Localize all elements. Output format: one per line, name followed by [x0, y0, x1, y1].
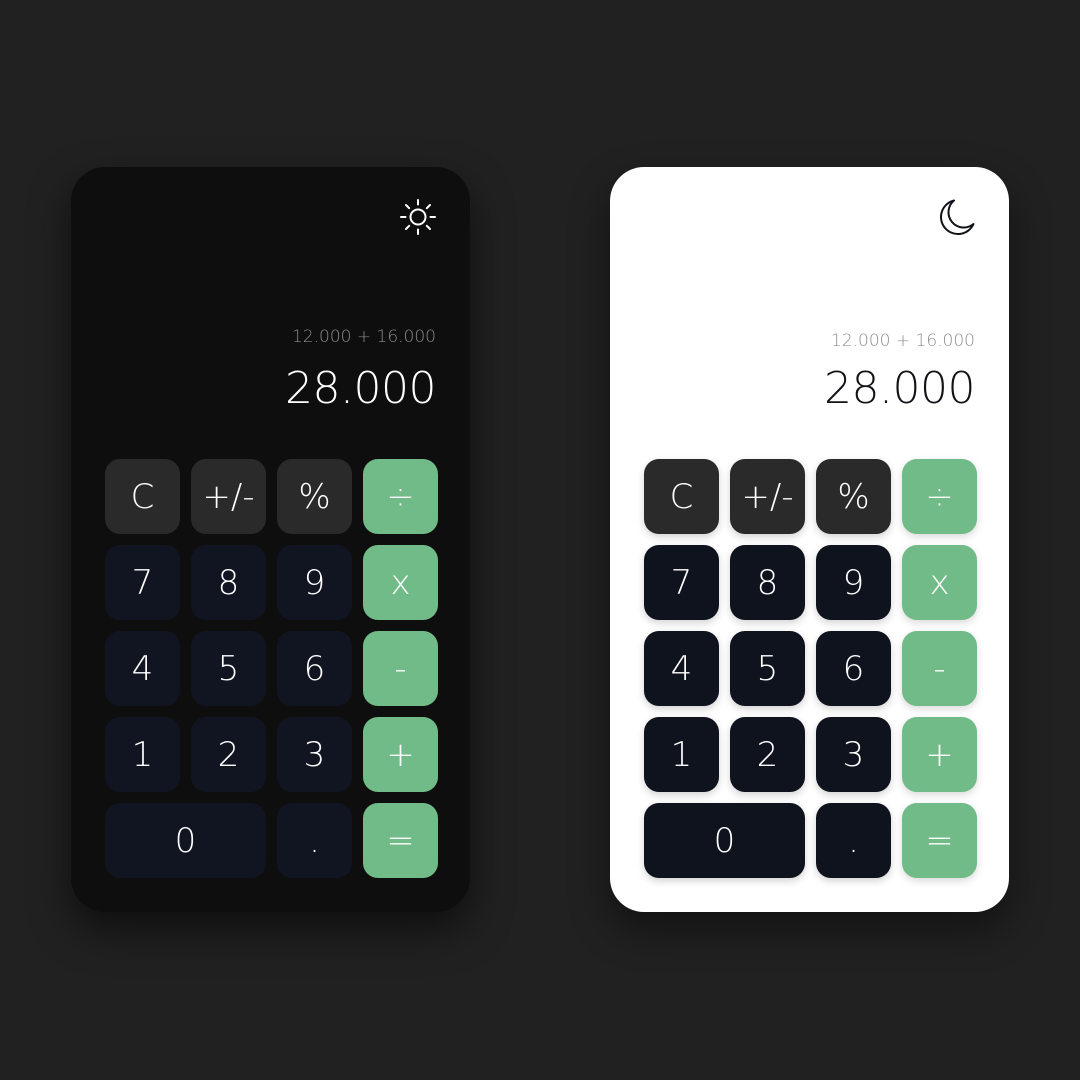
digit-7-button[interactable]: 7 — [644, 545, 719, 620]
subtract-button[interactable]: - — [902, 631, 977, 706]
digit-2-button[interactable]: 2 — [730, 717, 805, 792]
digit-5-button[interactable]: 5 — [730, 631, 805, 706]
keypad: C +/- % ÷ 7 8 9 x 4 5 6 - 1 2 3 + 0 . = — [105, 459, 438, 878]
percent-button[interactable]: % — [816, 459, 891, 534]
theme-toggle-button[interactable] — [398, 197, 438, 237]
digit-1-button[interactable]: 1 — [105, 717, 180, 792]
digit-6-button[interactable]: 6 — [816, 631, 891, 706]
add-button[interactable]: + — [902, 717, 977, 792]
digit-7-button[interactable]: 7 — [105, 545, 180, 620]
calculator-light: 12.000 + 16.000 28.000 C +/- % ÷ 7 8 9 x… — [610, 167, 1009, 912]
equals-button[interactable]: = — [902, 803, 977, 878]
result-display: 28.000 — [824, 363, 975, 414]
digit-8-button[interactable]: 8 — [191, 545, 266, 620]
expression-display: 12.000 + 16.000 — [830, 331, 975, 351]
moon-icon — [940, 199, 975, 236]
digit-9-button[interactable]: 9 — [277, 545, 352, 620]
result-display: 28.000 — [285, 363, 436, 414]
digit-3-button[interactable]: 3 — [277, 717, 352, 792]
digit-1-button[interactable]: 1 — [644, 717, 719, 792]
digit-4-button[interactable]: 4 — [644, 631, 719, 706]
decimal-button[interactable]: . — [277, 803, 352, 878]
digit-8-button[interactable]: 8 — [730, 545, 805, 620]
equals-button[interactable]: = — [363, 803, 438, 878]
multiply-button[interactable]: x — [902, 545, 977, 620]
percent-button[interactable]: % — [277, 459, 352, 534]
subtract-button[interactable]: - — [363, 631, 438, 706]
digit-3-button[interactable]: 3 — [816, 717, 891, 792]
digit-9-button[interactable]: 9 — [816, 545, 891, 620]
theme-toggle-button[interactable] — [937, 197, 977, 237]
digit-0-button[interactable]: 0 — [644, 803, 805, 878]
sign-toggle-button[interactable]: +/- — [730, 459, 805, 534]
digit-2-button[interactable]: 2 — [191, 717, 266, 792]
clear-button[interactable]: C — [644, 459, 719, 534]
divide-button[interactable]: ÷ — [363, 459, 438, 534]
divide-button[interactable]: ÷ — [902, 459, 977, 534]
digit-5-button[interactable]: 5 — [191, 631, 266, 706]
clear-button[interactable]: C — [105, 459, 180, 534]
add-button[interactable]: + — [363, 717, 438, 792]
digit-4-button[interactable]: 4 — [105, 631, 180, 706]
calculator-dark: 12.000 + 16.000 28.000 C +/- % ÷ 7 8 9 x… — [71, 167, 470, 912]
sign-toggle-button[interactable]: +/- — [191, 459, 266, 534]
multiply-button[interactable]: x — [363, 545, 438, 620]
digit-0-button[interactable]: 0 — [105, 803, 266, 878]
sun-icon — [400, 199, 436, 235]
expression-display: 12.000 + 16.000 — [291, 327, 436, 347]
decimal-button[interactable]: . — [816, 803, 891, 878]
keypad: C +/- % ÷ 7 8 9 x 4 5 6 - 1 2 3 + 0 . = — [644, 459, 977, 878]
digit-6-button[interactable]: 6 — [277, 631, 352, 706]
